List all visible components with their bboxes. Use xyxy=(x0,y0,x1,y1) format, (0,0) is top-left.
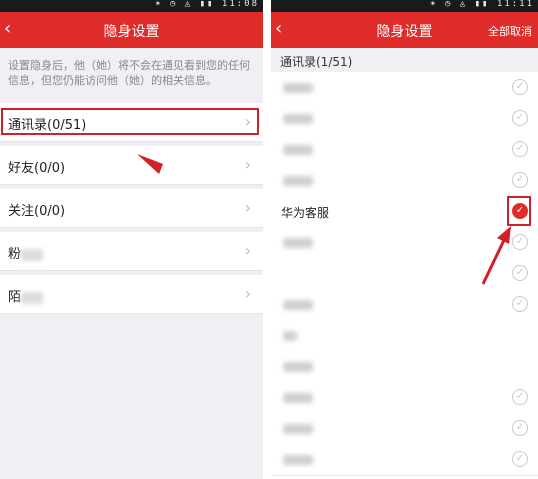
unchecked-circle-icon[interactable]: ✓ xyxy=(512,141,528,157)
obscured-name xyxy=(283,455,313,465)
title-bar: ‹ 隐身设置 xyxy=(0,12,263,48)
contact-row[interactable] xyxy=(271,351,538,383)
contact-row[interactable]: ✓ xyxy=(271,382,538,414)
obscured-name xyxy=(283,393,313,403)
unchecked-circle-icon[interactable]: ✓ xyxy=(512,420,528,436)
obscured-name xyxy=(283,331,297,341)
status-bar: ✶ ◷ ◬ ▮▮ 11:11 xyxy=(271,0,538,12)
contact-row[interactable]: ✓ xyxy=(271,165,538,197)
page-title: 隐身设置 xyxy=(103,24,160,40)
cancel-all-button[interactable]: 全部取消 xyxy=(488,23,532,39)
unchecked-circle-icon[interactable]: ✓ xyxy=(512,451,528,467)
obscured-name xyxy=(283,300,313,310)
contact-row[interactable]: ✓ xyxy=(271,413,538,445)
contact-row[interactable]: ✓ xyxy=(271,134,538,166)
obscured-name xyxy=(283,114,313,124)
contact-row[interactable]: ✓ xyxy=(271,72,538,104)
obscured-name xyxy=(283,424,313,434)
contact-row[interactable]: ✓ xyxy=(271,289,538,321)
divider xyxy=(263,0,271,479)
status-icons: ✶ ◷ ◬ ▮▮ 11:11 xyxy=(430,0,534,9)
title-bar: ‹ 隐身设置 全部取消 xyxy=(271,12,538,48)
row-following[interactable]: 关注(0/0) › xyxy=(0,189,263,228)
highlight-box-contacts xyxy=(1,108,259,135)
chevron-right-icon: › xyxy=(244,155,251,174)
unchecked-circle-icon[interactable]: ✓ xyxy=(512,389,528,405)
obscured-text xyxy=(21,291,44,304)
row-strangers[interactable]: 陌 › xyxy=(0,275,263,314)
contact-name: 华为客服 xyxy=(281,206,330,220)
unchecked-circle-icon[interactable]: ✓ xyxy=(512,110,528,126)
status-bar: ✶ ◷ ◬ ▮▮ 11:08 xyxy=(0,0,263,12)
contact-row[interactable]: ✓ xyxy=(271,103,538,135)
status-icons: ✶ ◷ ◬ ▮▮ 11:08 xyxy=(155,0,259,9)
left-screen: ✶ ◷ ◬ ▮▮ 11:08 ‹ 隐身设置 设置隐身后，他（她）将不会在通见看到… xyxy=(0,0,263,479)
unchecked-circle-icon[interactable]: ✓ xyxy=(512,296,528,312)
obscured-name xyxy=(283,176,313,186)
section-header: 通讯录(1/51) xyxy=(271,48,538,72)
section-header-label: 通讯录(1/51) xyxy=(280,55,353,69)
contact-row[interactable] xyxy=(271,320,538,352)
highlight-box-check xyxy=(507,196,531,226)
privacy-description: 设置隐身后，他（她）将不会在通见看到您的任何信息，但您仍能访问他（她）的相关信息… xyxy=(8,59,250,87)
chevron-right-icon: › xyxy=(244,198,251,217)
row-friends[interactable]: 好友(0/0) › xyxy=(0,146,263,185)
red-arrow-icon xyxy=(481,226,511,285)
contact-row[interactable]: ✓ xyxy=(271,444,538,476)
obscured-name xyxy=(283,362,313,372)
obscured-name xyxy=(283,83,313,93)
row-label: 关注(0/0) xyxy=(8,204,66,219)
chevron-right-icon: › xyxy=(244,241,251,260)
unchecked-circle-icon[interactable]: ✓ xyxy=(512,79,528,95)
row-label: 好友(0/0) xyxy=(8,161,66,176)
red-arrow-icon xyxy=(137,154,163,174)
chevron-right-icon: › xyxy=(244,284,251,303)
row-label: 粉 xyxy=(8,243,44,262)
unchecked-circle-icon[interactable]: ✓ xyxy=(512,172,528,188)
row-label: 陌 xyxy=(8,286,44,305)
obscured-text xyxy=(21,248,44,261)
obscured-name xyxy=(283,238,313,248)
row-fans[interactable]: 粉 › xyxy=(0,232,263,271)
obscured-name xyxy=(283,145,313,155)
